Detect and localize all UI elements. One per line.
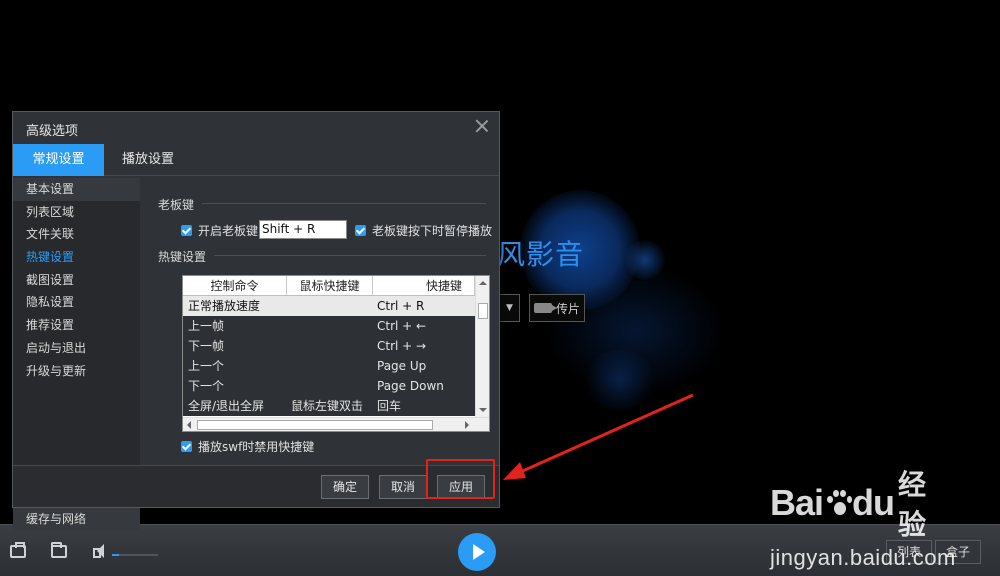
- advanced-options-dialog: 高级选项 常规设置 播放设置 基本设置 列表区域 文件关联 热键设置 截图设置 …: [12, 111, 500, 531]
- ok-button[interactable]: 确定: [321, 475, 369, 499]
- upload-button[interactable]: 传片: [529, 294, 585, 322]
- tab-playback-settings[interactable]: 播放设置: [111, 144, 185, 176]
- scroll-thumb[interactable]: [478, 303, 488, 319]
- table-row[interactable]: 上一个 Page Up: [183, 356, 475, 376]
- sidebar-item-cache-network[interactable]: 缓存与网络: [13, 508, 140, 531]
- baidu-logo: Bai du 经验: [770, 463, 950, 543]
- table-body: 正常播放速度 Ctrl + R 上一帧 Ctrl + ← 下一帧 Ctrl + …: [183, 296, 475, 416]
- cell-command: 上一个: [188, 359, 225, 373]
- pause-on-boss-key-checkbox[interactable]: [355, 225, 366, 236]
- cell-key: 回车: [377, 399, 402, 413]
- cell-key: Page Down: [377, 379, 444, 393]
- scroll-up-arrow-icon[interactable]: [479, 281, 487, 285]
- table-header: 控制命令 鼠标快捷键 快捷键: [183, 276, 475, 296]
- app-brand-text: 风影音: [497, 238, 585, 271]
- cell-key: Ctrl + →: [377, 339, 427, 353]
- pause-on-boss-key-label: 老板键按下时暂停播放: [372, 224, 493, 238]
- hotkeys-section-title: 热键设置: [158, 250, 207, 264]
- cell-key: Page Up: [377, 359, 427, 373]
- enable-boss-key-label: 开启老板键: [198, 224, 259, 238]
- sidebar-item-basic[interactable]: 基本设置: [13, 178, 140, 201]
- camera-icon: [533, 303, 557, 313]
- sidebar-item-recommend[interactable]: 推荐设置: [13, 314, 140, 337]
- volume-level: [112, 554, 119, 556]
- sidebar-item-hotkeys[interactable]: 热键设置: [13, 246, 140, 269]
- sidebar-item-upgrade[interactable]: 升级与更新: [13, 360, 140, 383]
- disable-hotkeys-swf-label: 播放swf时禁用快捷键: [198, 440, 315, 454]
- boss-key-section-title: 老板键: [158, 198, 195, 212]
- disable-hotkeys-swf-checkbox[interactable]: [181, 441, 192, 452]
- column-header-key[interactable]: 快捷键: [373, 276, 475, 296]
- sidebar-item-privacy[interactable]: 隐私设置: [13, 291, 140, 314]
- cell-command: 全屏/退出全屏: [188, 399, 265, 413]
- cell-command: 上一帧: [188, 319, 225, 333]
- dialog-tabs: 常规设置 播放设置: [13, 144, 499, 176]
- horizontal-scrollbar[interactable]: [183, 417, 489, 431]
- scroll-right-arrow-icon[interactable]: [465, 421, 469, 429]
- watermark-brand: 经验: [897, 468, 926, 541]
- table-row[interactable]: 全屏/退出全屏 鼠标左键双击 回车: [183, 396, 475, 416]
- sidebar-item-list-area[interactable]: 列表区域: [13, 201, 140, 224]
- upload-label: 传片: [555, 301, 580, 316]
- tab-general-settings[interactable]: 常规设置: [13, 144, 104, 176]
- settings-sidebar: 基本设置 列表区域 文件关联 热键设置 截图设置 隐私设置 推荐设置 启动与退出…: [13, 178, 140, 531]
- section-divider: [214, 255, 486, 256]
- enable-boss-key-checkbox[interactable]: [181, 225, 192, 236]
- column-header-command[interactable]: 控制命令: [183, 276, 287, 296]
- play-button[interactable]: [458, 533, 496, 571]
- sidebar-item-file-association[interactable]: 文件关联: [13, 223, 140, 246]
- settings-content: 老板键 开启老板键 Shift + R 老板键按下时暂停播放 热键设置 控制命令…: [140, 178, 500, 466]
- volume-slider[interactable]: [112, 554, 158, 556]
- vertical-scrollbar[interactable]: [475, 276, 489, 417]
- table-row[interactable]: 上一帧 Ctrl + ←: [183, 316, 475, 336]
- watermark-url: jingyan.baidu.com: [770, 545, 956, 570]
- toolbox-icon[interactable]: [10, 542, 26, 558]
- cell-command: 下一帧: [188, 339, 225, 353]
- table-row[interactable]: 下一帧 Ctrl + →: [183, 336, 475, 356]
- scroll-left-arrow-icon[interactable]: [187, 421, 191, 429]
- scroll-down-arrow-icon[interactable]: [479, 408, 487, 412]
- boss-key-input[interactable]: Shift + R: [259, 220, 347, 239]
- open-folder-icon[interactable]: [51, 542, 67, 558]
- baidu-jingyan-watermark: Bai du 经验 jingyan.baidu.com: [770, 463, 955, 570]
- dialog-title: 高级选项: [26, 124, 79, 139]
- sidebar-item-startup-exit[interactable]: 启动与退出: [13, 337, 140, 360]
- table-row[interactable]: 下一个 Page Down: [183, 376, 475, 396]
- highlight-box: [426, 459, 495, 499]
- cancel-button[interactable]: 取消: [379, 475, 427, 499]
- cell-key: Ctrl + ←: [377, 319, 427, 333]
- url-dropdown-button[interactable]: ▼: [500, 294, 520, 322]
- sidebar-item-screenshot[interactable]: 截图设置: [13, 269, 140, 292]
- logo-glow: [625, 240, 665, 280]
- table-row[interactable]: 正常播放速度 Ctrl + R: [183, 296, 475, 316]
- close-icon[interactable]: [475, 119, 489, 133]
- cell-key: Ctrl + R: [377, 299, 425, 313]
- logo-glow: [585, 350, 655, 410]
- section-divider: [202, 203, 486, 204]
- scroll-thumb[interactable]: [197, 420, 433, 430]
- paw-icon: [824, 488, 853, 518]
- hotkey-table: 控制命令 鼠标快捷键 快捷键 正常播放速度 Ctrl + R 上一帧 Ctrl …: [182, 275, 490, 432]
- volume-icon[interactable]: [93, 544, 104, 558]
- cell-mouse: 鼠标左键双击: [291, 399, 364, 413]
- cell-command: 下一个: [188, 379, 225, 393]
- cell-command: 正常播放速度: [188, 299, 261, 313]
- column-header-mouse[interactable]: 鼠标快捷键: [287, 276, 373, 296]
